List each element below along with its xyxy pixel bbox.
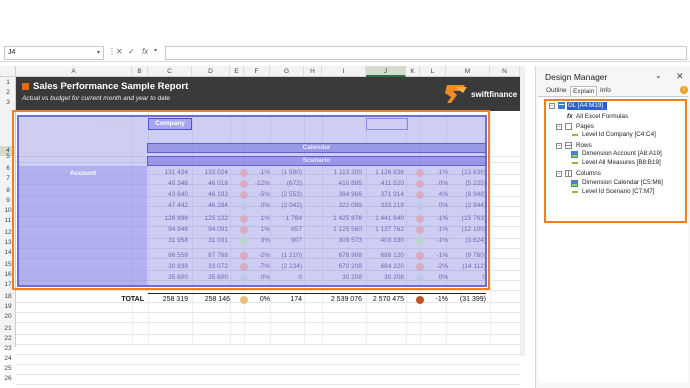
grid-line [16, 334, 520, 335]
row-header-1[interactable]: 1 [0, 78, 16, 88]
total-i: 2 539 076 [330, 296, 362, 303]
total-label: TOTAL [121, 296, 144, 303]
total-m: (31 399) [459, 296, 486, 303]
column-header-h[interactable]: H [304, 66, 322, 77]
column-header-e[interactable]: E [230, 66, 244, 77]
chevron-down-icon[interactable]: ▾ [154, 47, 157, 54]
column-headers: ABCDEFGHIJKLMN [0, 66, 520, 77]
chevron-down-icon[interactable]: ▾ [97, 47, 100, 59]
grid-column-line [490, 111, 491, 347]
row-header-25[interactable]: 25 [0, 364, 16, 374]
column-header-g[interactable]: G [270, 66, 304, 77]
cancel-icon[interactable]: ✕ [116, 47, 123, 56]
chevron-down-icon[interactable]: ⌄ [655, 71, 662, 80]
tab-explain[interactable]: Explain [570, 86, 598, 96]
more-icon[interactable]: ⋮ [108, 47, 116, 56]
row-header-19[interactable]: 19 [0, 302, 16, 312]
name-box-value: J4 [8, 49, 16, 56]
column-header-n[interactable]: N [490, 66, 520, 77]
total-c: 258 319 [162, 296, 188, 303]
row-header-2[interactable]: 2 [0, 88, 16, 98]
grid-line [16, 322, 520, 323]
grid-line [16, 344, 520, 345]
row-header-18[interactable]: 18 [0, 292, 16, 302]
info-icon[interactable]: i [680, 86, 688, 94]
grid-line [16, 354, 520, 355]
total-d: 258 146 [204, 296, 230, 303]
grid-line [16, 290, 520, 291]
total-border [148, 293, 486, 294]
column-header-l[interactable]: L [420, 66, 446, 77]
tree-outline-highlight [544, 99, 687, 223]
fx-icon[interactable]: fx [142, 47, 148, 56]
grid-line [16, 384, 520, 385]
report-outline-highlight [12, 110, 490, 290]
status-dot-icon [240, 296, 248, 304]
column-header-k[interactable]: K [406, 66, 420, 77]
name-box[interactable]: J4 ▾ [4, 46, 104, 60]
row-header-23[interactable]: 23 [0, 344, 16, 354]
total-pct1: 0% [259, 296, 270, 303]
total-g: 174 [290, 296, 302, 303]
column-header-b[interactable]: B [132, 66, 148, 77]
grid-line [16, 364, 520, 365]
design-manager-title: Design Manager [545, 72, 608, 82]
column-header-i[interactable]: I [322, 66, 366, 77]
row-header-3[interactable]: 3 [0, 98, 16, 108]
formula-input[interactable] [165, 46, 687, 60]
confirm-icon[interactable]: ✓ [128, 47, 135, 56]
report-title: Sales Performance Sample Report [33, 81, 189, 92]
vertical-scrollbar[interactable] [520, 66, 525, 356]
column-header-a[interactable]: A [16, 66, 132, 77]
column-header-j[interactable]: J [366, 66, 406, 77]
column-header-c[interactable]: C [148, 66, 192, 77]
column-header-d[interactable]: D [192, 66, 230, 77]
row-header-20[interactable]: 20 [0, 312, 16, 322]
grid-line [16, 312, 520, 313]
total-pct2: -1% [435, 296, 448, 303]
column-header-f[interactable]: F [244, 66, 270, 77]
select-all-corner[interactable] [0, 66, 16, 77]
logo-text: swiftfinance [471, 90, 518, 99]
title-square-icon [22, 83, 29, 90]
grid-line [16, 374, 520, 375]
tab-outline[interactable]: Outline [544, 86, 569, 95]
tab-info[interactable]: Info [598, 86, 613, 95]
row-header-22[interactable]: 22 [0, 334, 16, 344]
row-header-26[interactable]: 26 [0, 374, 16, 384]
status-dot-icon [416, 296, 424, 304]
row-header-21[interactable]: 21 [0, 324, 16, 334]
total-j: 2 570 475 [372, 296, 404, 303]
report-subtitle: Actual vs budget for current month and y… [22, 95, 171, 102]
close-icon[interactable]: ✕ [676, 71, 684, 82]
column-header-m[interactable]: M [446, 66, 490, 77]
row-header-24[interactable]: 24 [0, 354, 16, 364]
